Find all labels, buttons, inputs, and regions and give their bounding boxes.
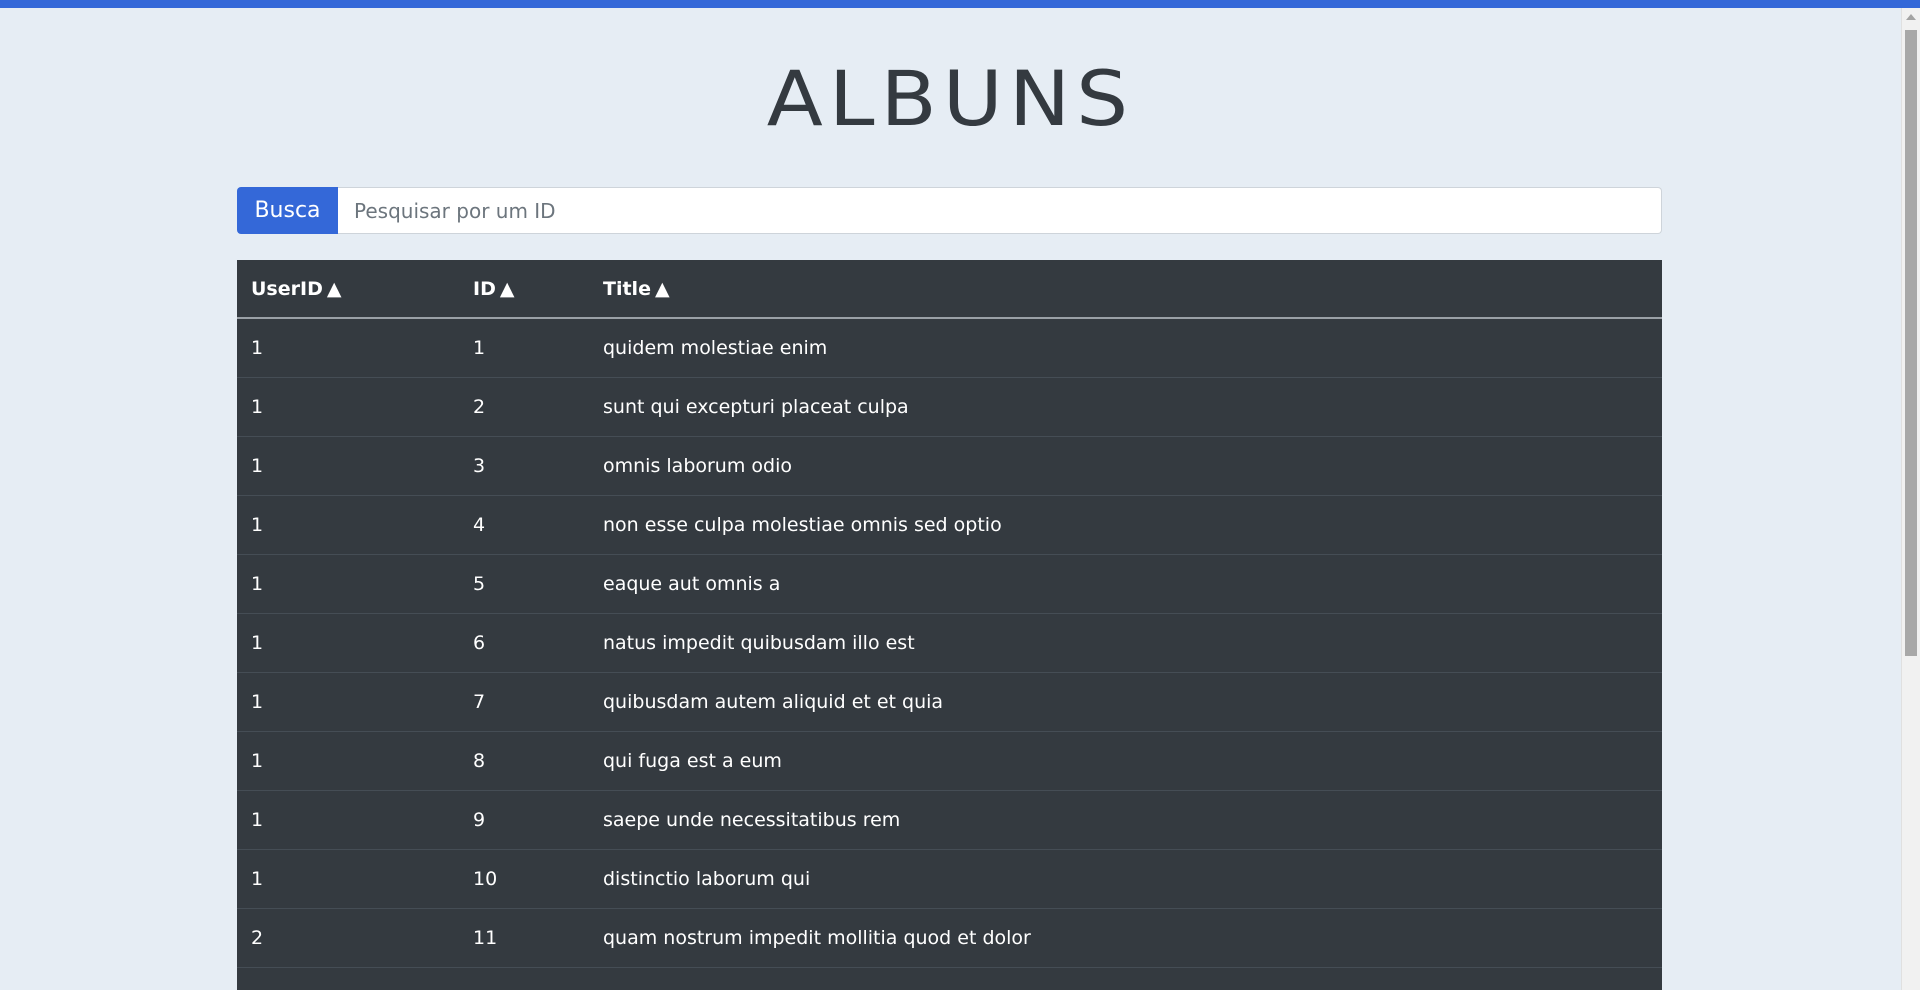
cell-userid xyxy=(237,966,459,990)
column-header-title[interactable]: Title ▲ xyxy=(589,260,1662,319)
cell-id: 4 xyxy=(459,494,589,554)
cell-title: saepe unde necessitatibus rem xyxy=(589,789,1662,849)
cell-id: 6 xyxy=(459,612,589,672)
cell-userid: 1 xyxy=(237,612,459,672)
cell-id: 5 xyxy=(459,553,589,613)
cell-userid: 1 xyxy=(237,789,459,849)
cell-title: distinctio laborum qui xyxy=(589,848,1662,908)
cell-id: 7 xyxy=(459,671,589,731)
cell-id: 10 xyxy=(459,848,589,908)
cell-title: quam nostrum impedit mollitia quod et do… xyxy=(589,907,1662,967)
table-row: 1 2 sunt qui excepturi placeat culpa xyxy=(237,376,1662,436)
cell-userid: 1 xyxy=(237,435,459,495)
sort-arrow-icon: ▲ xyxy=(499,277,515,300)
cell-id: 2 xyxy=(459,376,589,436)
cell-title: quidem molestiae enim xyxy=(603,336,828,359)
table-row: 1 7 quibusdam autem aliquid et et quia xyxy=(237,671,1662,731)
cell-userid: 2 xyxy=(237,907,459,967)
scrollbar-thumb[interactable] xyxy=(1905,30,1917,656)
page-title: ALBUNS xyxy=(766,55,1135,144)
table-row: 1 6 natus impedit quibusdam illo est xyxy=(237,612,1662,672)
top-accent-bar xyxy=(0,0,1920,8)
cell-userid: 1 xyxy=(237,494,459,554)
table-row: 1 1 quidem molestiae enim xyxy=(237,318,1662,377)
cell-id: 11 xyxy=(459,907,589,967)
search-input[interactable] xyxy=(338,187,1662,234)
search-group: Busca xyxy=(237,187,1662,234)
column-header-userid[interactable]: UserID ▲ xyxy=(237,260,459,319)
search-label: Busca xyxy=(237,187,338,234)
page: ALBUNS Busca UserID▲ ID▲ Title▲ 1 1 quid… xyxy=(0,8,1901,990)
column-header-label: Title xyxy=(603,277,651,300)
cell-userid: 1 xyxy=(237,671,459,731)
table-row: 1 9 saepe unde necessitatibus rem xyxy=(237,789,1662,849)
cell-title: sunt qui excepturi placeat culpa xyxy=(589,376,1662,436)
sort-arrow-icon: ▲ xyxy=(326,277,342,300)
table-row: 1 10 distinctio laborum qui xyxy=(237,848,1662,908)
sort-arrow-icon: ▲ xyxy=(654,277,670,300)
table-row: 1 5 eaque aut omnis a xyxy=(237,553,1662,613)
table-row xyxy=(237,966,1662,990)
table-header-row: UserID ▲ ID ▲ Title ▲ xyxy=(237,260,1662,319)
cell-title: qui fuga est a eum xyxy=(589,730,1662,790)
cell-title: omnis laborum odio xyxy=(589,435,1662,495)
vertical-scrollbar[interactable] xyxy=(1901,8,1920,990)
cell-title: natus impedit quibusdam illo est xyxy=(589,612,1662,672)
cell-id: 8 xyxy=(459,730,589,790)
scroll-up-arrow-icon[interactable] xyxy=(1906,14,1916,20)
cell-title: eaque aut omnis a xyxy=(589,553,1662,613)
cell-userid: 1 xyxy=(237,848,459,908)
cell-userid: 1 xyxy=(251,336,264,359)
table-row: 1 3 omnis laborum odio xyxy=(237,435,1662,495)
column-header-id[interactable]: ID ▲ xyxy=(459,260,589,319)
table-row: 2 11 quam nostrum impedit mollitia quod … xyxy=(237,907,1662,967)
albums-table: UserID ▲ ID ▲ Title ▲ 1 1 quidem molestiae … xyxy=(237,260,1662,990)
cell-userid: 1 xyxy=(237,730,459,790)
cell-id: 3 xyxy=(459,435,589,495)
cell-userid: 1 xyxy=(237,553,459,613)
cell-id xyxy=(459,966,589,990)
cell-title xyxy=(589,966,1662,990)
column-header-label: ID xyxy=(473,277,496,300)
table-row: 1 4 non esse culpa molestiae omnis sed o… xyxy=(237,494,1662,554)
cell-id: 1 xyxy=(473,336,486,359)
cell-title: quibusdam autem aliquid et et quia xyxy=(589,671,1662,731)
cell-title: non esse culpa molestiae omnis sed optio xyxy=(589,494,1662,554)
cell-userid: 1 xyxy=(237,376,459,436)
cell-id: 9 xyxy=(459,789,589,849)
table-row: 1 8 qui fuga est a eum xyxy=(237,730,1662,790)
column-header-label: UserID xyxy=(251,277,323,300)
